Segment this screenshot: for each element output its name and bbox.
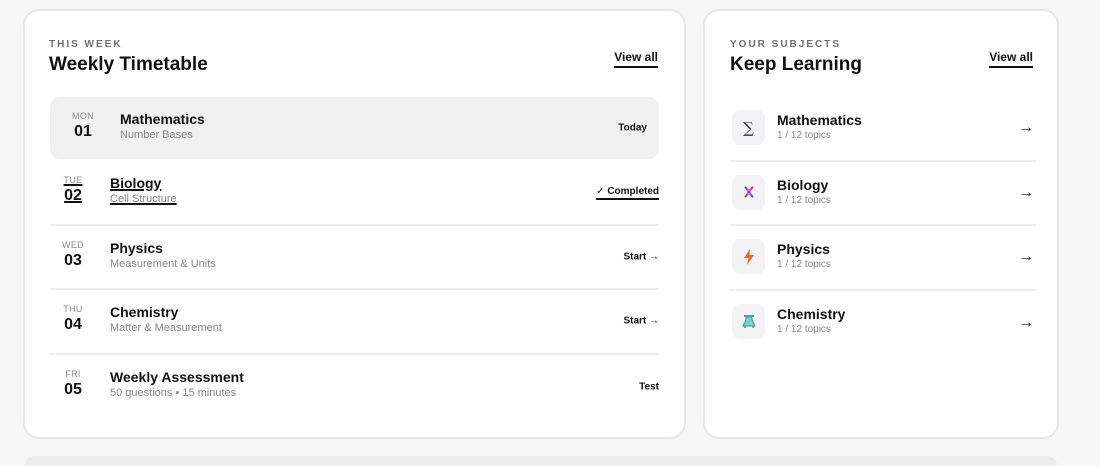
subjects-view-all-link[interactable]: View all <box>989 50 1033 68</box>
lesson-info: Biology Cell Structure <box>110 175 177 205</box>
subject-info: Mathematics 1 / 12 topics <box>777 112 862 141</box>
day-badge: FRI 05 <box>50 369 96 399</box>
arrow-right-icon[interactable]: → <box>1018 248 1034 266</box>
subject-info: Physics 1 / 12 topics <box>777 241 831 270</box>
subjects-eyebrow: YOUR SUBJECTS <box>730 39 842 50</box>
arrow-right-icon[interactable]: → <box>1018 184 1034 202</box>
lesson-subject: Chemistry <box>110 304 179 320</box>
subject-name: Chemistry <box>777 305 846 322</box>
weekly-timetable-card: THIS WEEK Weekly Timetable View all MON … <box>23 9 686 439</box>
day-badge: WED 03 <box>50 240 96 270</box>
next-section-card <box>25 456 1057 466</box>
day-number: 05 <box>64 380 82 398</box>
lesson-topic: Measurement & Units <box>110 257 216 270</box>
sigma-icon: ∑ <box>732 110 765 145</box>
lesson-subject: Biology <box>110 175 162 191</box>
completed-status: ✓ Completed <box>596 186 659 201</box>
subject-info: Chemistry 1 / 12 topics <box>777 306 845 335</box>
lightning-icon-graphic <box>743 248 754 265</box>
timetable-row-wed[interactable]: WED 03 Physics Measurement & Units Start… <box>50 226 659 290</box>
arrow-right-icon[interactable]: → <box>1018 314 1034 332</box>
subject-info: Biology 1 / 12 topics <box>777 177 831 206</box>
lesson-topic: Number Bases <box>120 129 193 141</box>
day-number: 04 <box>64 316 82 333</box>
lesson-info: Mathematics Number Bases <box>120 111 205 141</box>
day-number: 01 <box>74 123 92 140</box>
subject-progress: 1 / 12 topics <box>777 259 831 270</box>
flask-icon-graphic <box>741 315 756 328</box>
lesson-info: Weekly Assessment 50 questions • 15 minu… <box>110 369 244 399</box>
dna-icon <box>732 174 765 210</box>
dna-icon-graphic <box>743 186 754 198</box>
subject-progress: 1 / 12 topics <box>777 323 831 335</box>
lesson-info: Physics Measurement & Units <box>110 240 216 270</box>
subject-item-biology[interactable]: Biology 1 / 12 topics → <box>730 162 1036 226</box>
timetable-row-fri[interactable]: FRI 05 Weekly Assessment 50 questions • … <box>50 355 659 420</box>
subject-progress: 1 / 12 topics <box>777 130 831 141</box>
day-of-week: TUE <box>63 175 83 185</box>
lesson-topic: 50 questions • 15 minutes <box>110 386 237 399</box>
timetable-view-all-link[interactable]: View all <box>614 50 658 68</box>
test-label[interactable]: Test <box>639 381 659 392</box>
lesson-topic: Cell Structure <box>110 193 177 205</box>
subject-item-physics[interactable]: Physics 1 / 12 topics → <box>730 226 1036 291</box>
flask-icon <box>732 303 765 339</box>
lesson-topic: Matter & Measurement <box>110 322 222 334</box>
lightning-icon <box>732 239 765 274</box>
start-button[interactable]: Start → <box>623 251 659 262</box>
timetable-row-mon[interactable]: MON 01 Mathematics Number Bases Today <box>50 97 659 159</box>
day-badge: THU 04 <box>50 304 96 334</box>
day-of-week: MON <box>72 111 94 121</box>
day-of-week: WED <box>62 239 84 250</box>
subjects-list: ∑ Mathematics 1 / 12 topics → Biology 1 … <box>730 97 1036 355</box>
day-of-week: FRI <box>65 368 81 379</box>
timetable-row-thu[interactable]: THU 04 Chemistry Matter & Measurement St… <box>50 290 659 355</box>
day-of-week: THU <box>63 304 83 314</box>
subject-name: Physics <box>777 241 830 257</box>
day-badge: MON 01 <box>60 111 106 141</box>
day-badge: TUE 02 <box>50 175 96 205</box>
keep-learning-card: YOUR SUBJECTS Keep Learning View all ∑ M… <box>703 9 1059 439</box>
subject-name: Mathematics <box>777 112 862 128</box>
lesson-subject: Weekly Assessment <box>110 368 244 385</box>
day-number: 03 <box>64 251 82 269</box>
subject-progress: 1 / 12 topics <box>777 194 831 206</box>
subject-item-chemistry[interactable]: Chemistry 1 / 12 topics → <box>730 291 1036 356</box>
lesson-subject: Physics <box>110 239 163 256</box>
timetable-list: MON 01 Mathematics Number Bases Today TU… <box>50 97 659 419</box>
subject-name: Biology <box>777 176 829 193</box>
lesson-subject: Mathematics <box>120 111 205 127</box>
lesson-info: Chemistry Matter & Measurement <box>110 304 222 334</box>
today-label: Today <box>618 122 647 134</box>
day-number: 02 <box>64 187 82 204</box>
start-button[interactable]: Start → <box>623 316 659 327</box>
subjects-title: Keep Learning <box>730 54 862 75</box>
timetable-eyebrow: THIS WEEK <box>49 39 123 50</box>
subject-item-mathematics[interactable]: ∑ Mathematics 1 / 12 topics → <box>730 97 1036 162</box>
arrow-right-icon[interactable]: → <box>1018 119 1034 137</box>
timetable-title: Weekly Timetable <box>49 54 208 75</box>
timetable-row-tue[interactable]: TUE 02 Biology Cell Structure ✓ Complete… <box>50 161 659 226</box>
